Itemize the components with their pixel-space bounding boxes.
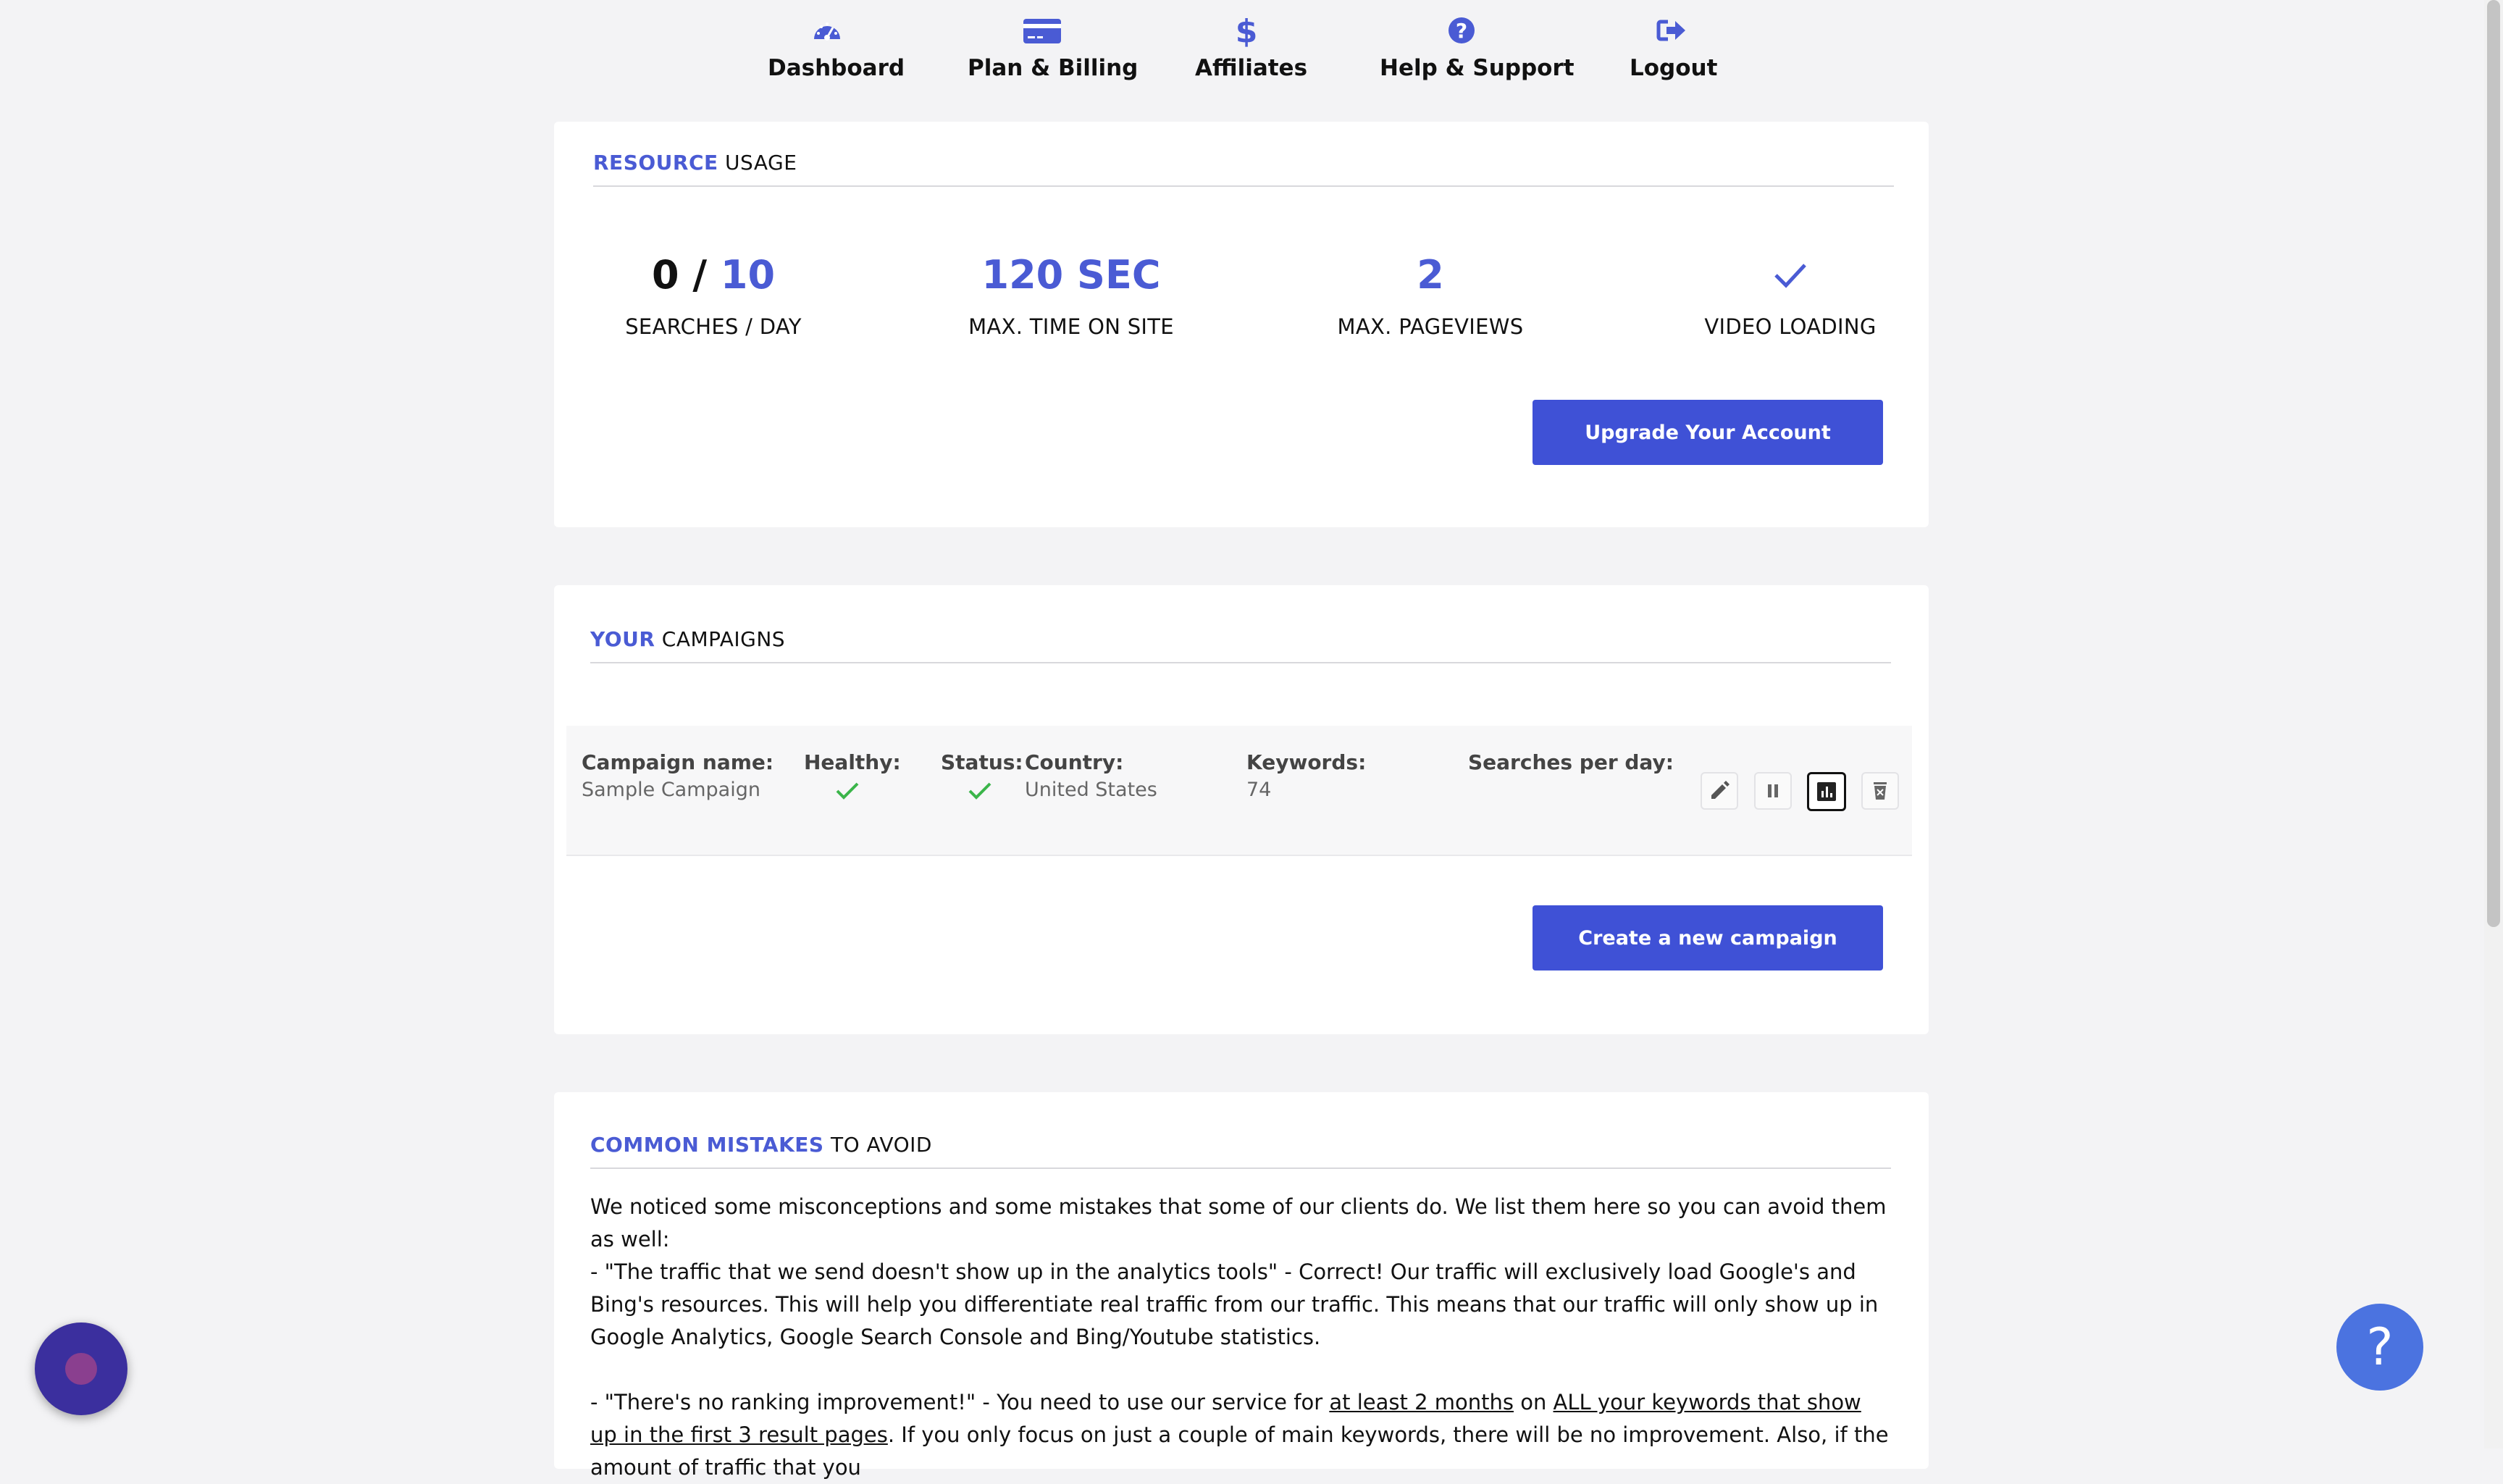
- nav-affiliates[interactable]: $ Affiliates: [1195, 13, 1308, 81]
- nav-label: Dashboard: [768, 55, 905, 81]
- campaign-name-col: Campaign name: Sample Campaign: [582, 750, 774, 801]
- divider: [593, 185, 1894, 187]
- section-title: COMMON MISTAKES TO AVOID: [590, 1133, 932, 1157]
- pause-icon: [1768, 784, 1778, 797]
- stat-caption: VIDEO LOADING: [1704, 314, 1877, 339]
- nav-label: Affiliates: [1195, 55, 1308, 81]
- question-circle-icon: ?: [1448, 17, 1475, 43]
- section-title: YOUR CAMPAIGNS: [590, 627, 786, 651]
- dashboard-gauge-icon: [814, 22, 840, 41]
- nav-help-support[interactable]: ? Help & Support: [1380, 13, 1575, 81]
- edit-icon: [1711, 781, 1730, 799]
- svg-text:$: $: [1236, 13, 1257, 48]
- help-fab-button[interactable]: ?: [2336, 1304, 2423, 1391]
- stat-value: 2: [1417, 252, 1444, 298]
- chat-avatar-icon: [65, 1353, 97, 1385]
- stat-video-loading: VIDEO LOADING: [1631, 252, 1950, 339]
- dollar-icon: $: [1236, 13, 1257, 48]
- nav-plan-billing[interactable]: Plan & Billing: [968, 13, 1139, 81]
- scrollbar-thumb[interactable]: [2487, 0, 2500, 927]
- edit-campaign-button[interactable]: [1701, 772, 1738, 810]
- mistake-item-analytics: - "The traffic that we send doesn't show…: [590, 1259, 1879, 1349]
- keywords-value: 74: [1246, 779, 1272, 801]
- stat-caption: SEARCHES / DAY: [625, 314, 802, 339]
- country-value: United States: [1025, 779, 1157, 801]
- stat-pageviews: 2 MAX. PAGEVIEWS: [1271, 252, 1590, 339]
- section-title: RESOURCE USAGE: [593, 151, 797, 175]
- campaign-name-value: Sample Campaign: [582, 779, 760, 801]
- status-check-icon: [968, 782, 991, 800]
- searches-per-day-col: Searches per day:: [1468, 750, 1674, 774]
- link-at-least-2-months: at least 2 months: [1329, 1390, 1514, 1414]
- status-col: Status:: [941, 750, 1023, 802]
- pause-campaign-button[interactable]: [1754, 772, 1792, 810]
- trash-icon: [1874, 782, 1887, 800]
- keywords-col: Keywords: 74: [1246, 750, 1367, 801]
- healthy-col: Healthy:: [804, 750, 901, 802]
- upgrade-account-button[interactable]: Upgrade Your Account: [1533, 400, 1883, 465]
- stat-searches: 0 / 10 SEARCHES / DAY: [554, 252, 873, 339]
- mistake-item-ranking: - "There's no ranking improvement!" - Yo…: [590, 1390, 1889, 1480]
- nav-label: Help & Support: [1380, 55, 1575, 81]
- stat-value: 0 / 10: [651, 252, 776, 298]
- divider: [590, 1168, 1891, 1169]
- logout-icon: [1656, 20, 1685, 41]
- healthy-check-icon: [836, 782, 859, 800]
- nav-label: Plan & Billing: [968, 55, 1139, 81]
- stat-caption: MAX. TIME ON SITE: [968, 314, 1174, 339]
- svg-text:?: ?: [1456, 19, 1467, 43]
- stat-value: [1631, 252, 1950, 298]
- credit-card-icon: [1023, 19, 1061, 43]
- country-col: Country: United States: [1025, 750, 1157, 801]
- nav-label: Logout: [1630, 55, 1718, 81]
- nav-dashboard[interactable]: Dashboard: [768, 13, 905, 81]
- delete-campaign-button[interactable]: [1861, 772, 1899, 810]
- stat-value: 120 SEC: [981, 252, 1161, 298]
- stat-time: 120 SEC MAX. TIME ON SITE: [912, 252, 1230, 339]
- chat-widget-button[interactable]: [35, 1322, 127, 1415]
- bar-chart-icon: [1817, 782, 1836, 801]
- campaign-row: Campaign name: Sample Campaign Healthy: …: [566, 726, 1912, 856]
- mistakes-intro: We noticed some misconceptions and some …: [590, 1194, 1887, 1252]
- create-campaign-button[interactable]: Create a new campaign: [1533, 905, 1883, 971]
- resource-usage-card: RESOURCE USAGE 0 / 10 SEARCHES / DAY 120…: [554, 122, 1929, 527]
- stat-caption: MAX. PAGEVIEWS: [1337, 314, 1524, 339]
- nav-logout[interactable]: Logout: [1630, 13, 1718, 81]
- divider: [590, 662, 1891, 663]
- campaign-stats-button[interactable]: [1807, 772, 1846, 811]
- checkmark-icon: [1774, 264, 1806, 288]
